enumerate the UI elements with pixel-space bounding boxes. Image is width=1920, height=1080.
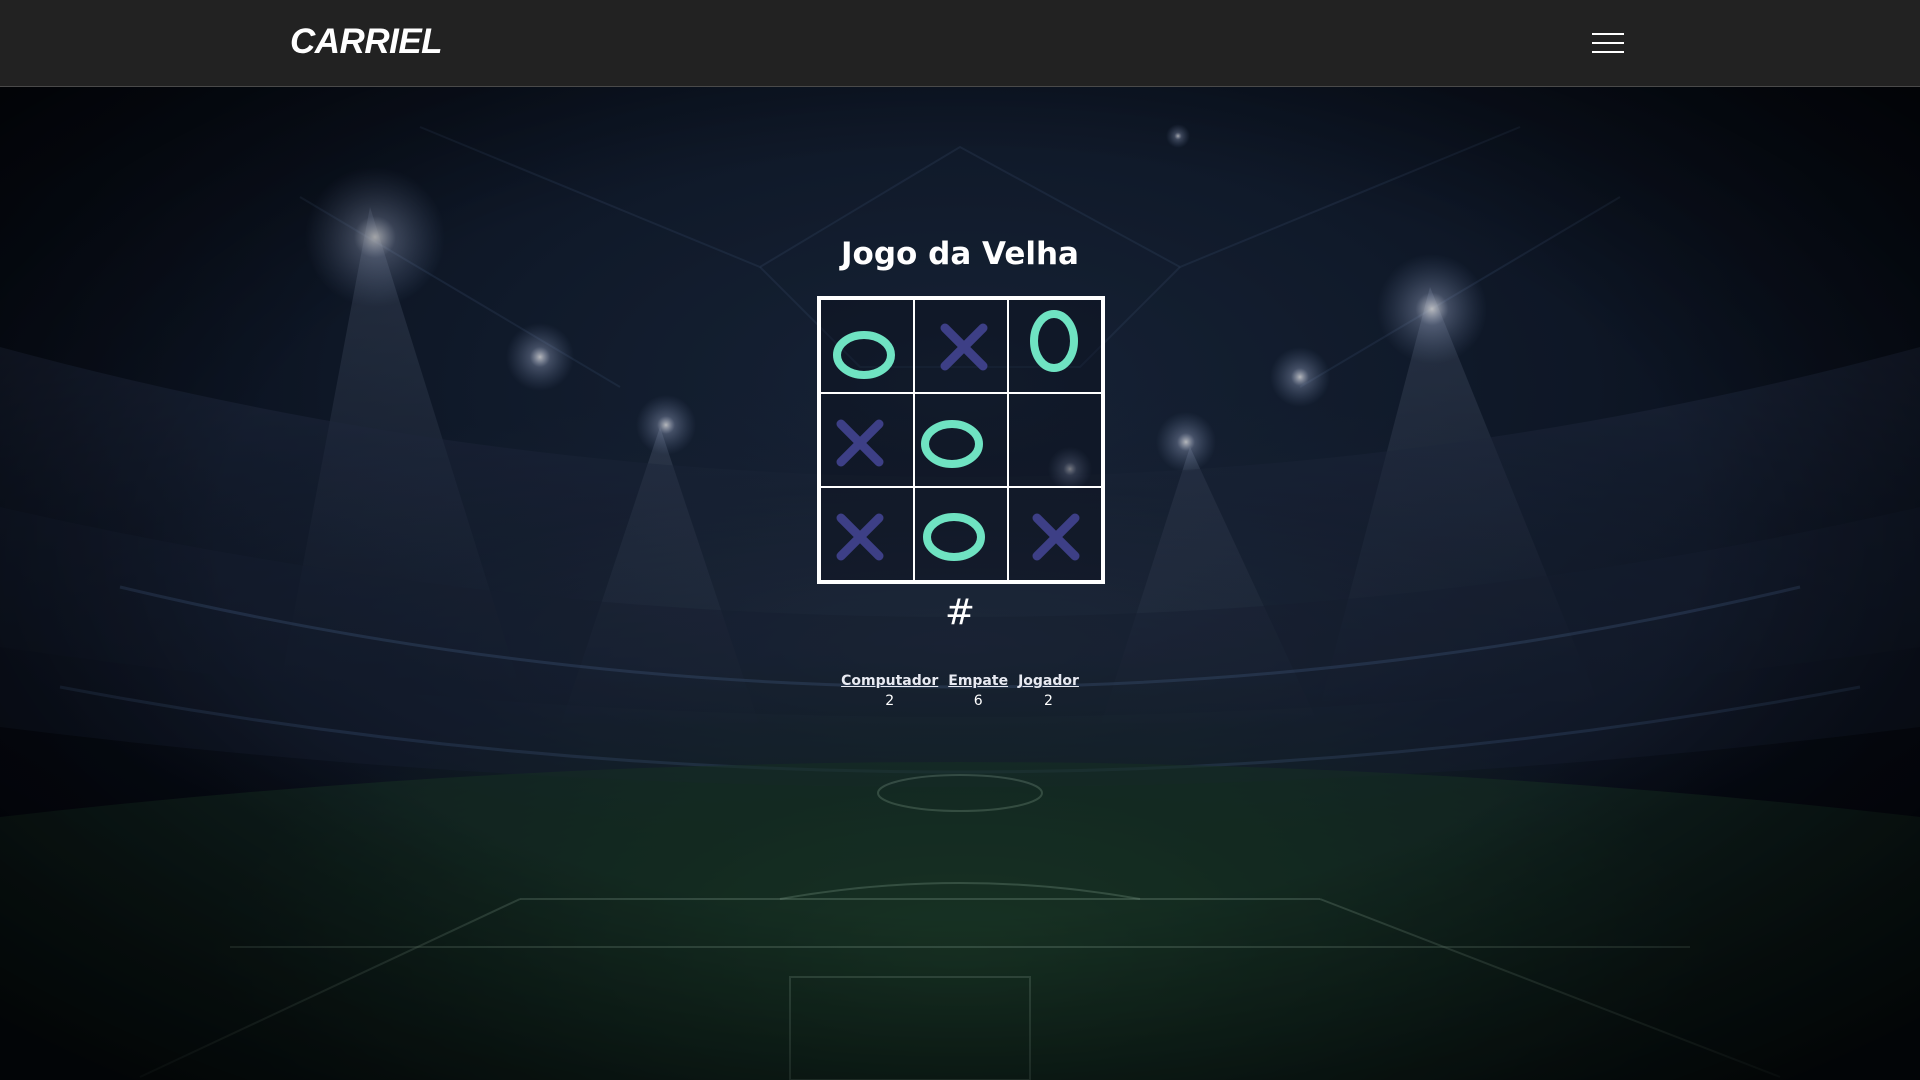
- x-mark-icon: [940, 323, 988, 371]
- board-cell-2[interactable]: [914, 299, 1008, 393]
- score-draw-label[interactable]: Empate: [948, 673, 1008, 689]
- score-player: Jogador 2: [1018, 673, 1079, 709]
- board-cell-9[interactable]: [1008, 487, 1102, 581]
- zero-mark-icon: [1030, 310, 1078, 372]
- x-mark-icon: [836, 419, 884, 467]
- hamburger-menu-icon[interactable]: [1584, 25, 1632, 61]
- scoreboard: Computador 2 Empate 6 Jogador 2: [840, 673, 1080, 709]
- game-title: Jogo da Velha: [841, 236, 1079, 272]
- hamburger-line: [1592, 51, 1624, 53]
- top-navbar: CARRIEL: [0, 0, 1920, 87]
- board-cell-7[interactable]: [820, 487, 914, 581]
- board-cell-4[interactable]: [820, 393, 914, 487]
- board-cell-6[interactable]: [1008, 393, 1102, 487]
- score-draw: Empate 6: [948, 673, 1008, 709]
- score-player-label[interactable]: Jogador: [1018, 673, 1079, 689]
- board-cell-8[interactable]: [914, 487, 1008, 581]
- hamburger-line: [1592, 42, 1624, 44]
- board-cell-5[interactable]: [914, 393, 1008, 487]
- x-mark-icon: [1032, 513, 1080, 561]
- page: CARRIEL Jogo da Velha # Computador 2 Emp…: [0, 0, 1920, 1080]
- score-computer: Computador 2: [841, 673, 938, 709]
- score-draw-value: 6: [973, 693, 983, 709]
- o-mark-icon: [923, 513, 985, 561]
- score-computer-label[interactable]: Computador: [841, 673, 938, 689]
- score-player-value: 2: [1044, 693, 1053, 709]
- score-computer-value: 2: [885, 693, 895, 709]
- brand-logo[interactable]: CARRIEL: [290, 22, 443, 62]
- game-status: #: [944, 592, 976, 633]
- hamburger-line: [1592, 33, 1624, 35]
- board-cell-1[interactable]: [820, 299, 914, 393]
- x-mark-icon: [836, 513, 884, 561]
- o-mark-icon: [921, 420, 983, 468]
- board-cell-3[interactable]: [1008, 299, 1102, 393]
- o-mark-icon: [833, 331, 895, 379]
- tic-tac-toe-board: [817, 296, 1105, 584]
